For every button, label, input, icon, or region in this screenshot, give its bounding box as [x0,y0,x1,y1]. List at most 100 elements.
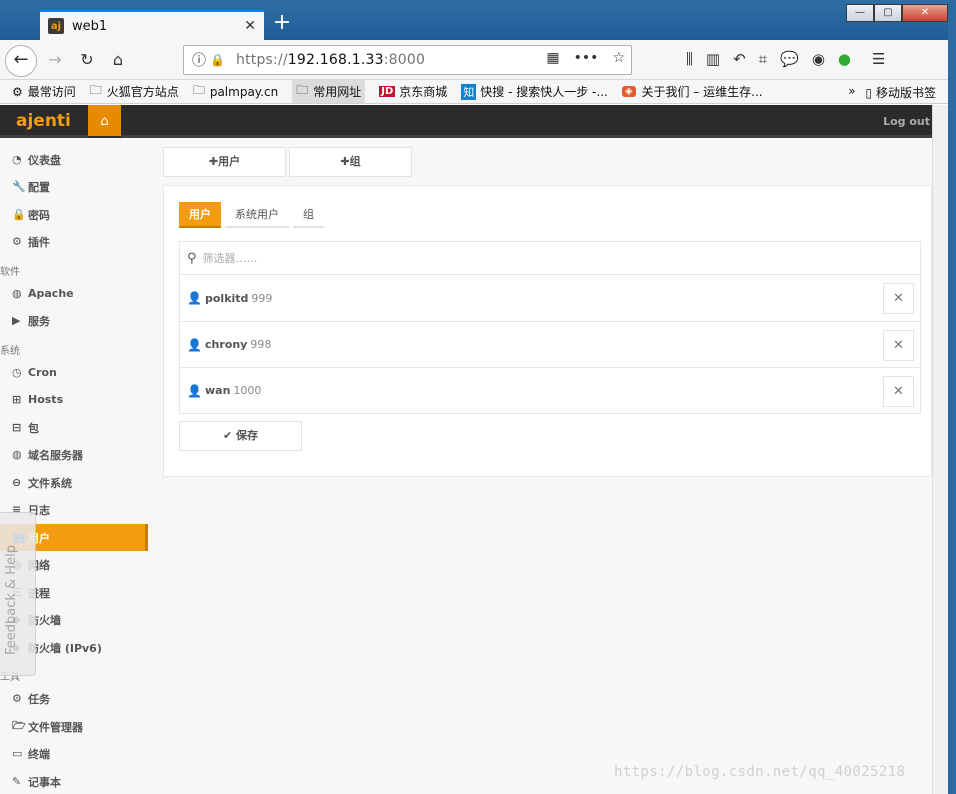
user-icon: 👤 [187,291,202,305]
bookmark-about-us[interactable]: ◈ 关于我们 – 运维生存... [621,83,763,100]
bookmark-most-visited[interactable]: ⚙ 最常访问 [12,83,76,100]
bookmark-kuaisou[interactable]: 知快搜 - 搜索快人一步 -... [461,83,608,100]
gear-icon: ⚙ [12,84,23,99]
sidebar-item-apache[interactable]: ◍ Apache [0,280,148,307]
dashboard-icon: ◔ [12,153,22,166]
maximize-button[interactable]: ▢ [874,4,902,22]
cogs-icon: ⚙ [12,235,22,248]
add-user-button[interactable]: ✚用户 [163,147,286,177]
reload-button[interactable]: ↻ [76,49,98,71]
addon-icon[interactable]: ● [838,50,851,68]
main-content: ✚用户 ✚组 用户 系统用户 组 ⚲ 👤 polkitd 999 ✕ 👤 chr… [150,138,932,794]
qr-code-icon[interactable]: ▦ [546,50,559,66]
close-window-button[interactable]: ✕ [902,4,948,22]
menu-icon[interactable]: ☰ [872,50,885,68]
sidebar-item-plugins[interactable]: ⚙ 插件 [0,228,148,255]
folder-icon: 🗀 [296,83,309,97]
minimize-button[interactable]: — [846,4,874,22]
sidebar-item-dashboard[interactable]: ◔ 仪表盘 [0,146,148,173]
sidebar-item-file-manager[interactable]: 🗁 文件管理器 [0,713,148,740]
tab-groups[interactable]: 组 [293,202,324,228]
undo-icon[interactable]: ↶ [733,50,746,68]
user-uid: 1000 [233,384,262,397]
sidebar-item-tasks[interactable]: ⚙ 任务 [0,685,148,712]
home-button[interactable]: ⌂ [107,49,129,71]
add-group-button[interactable]: ✚组 [289,147,412,177]
hdd-icon: ⊖ [12,476,22,489]
bookmark-common-sites[interactable]: 🗀 常用网址 [292,80,366,103]
browser-tab[interactable]: aj web1 ✕ [40,10,264,40]
crop-icon[interactable]: ⌗ [759,50,767,68]
feedback-tab[interactable]: Feedback & Help [0,512,36,676]
sidebar-item-packages[interactable]: ⊟ 包 [0,414,148,441]
bookmark-label: 快搜 - 搜索快人一步 -... [480,85,608,99]
add-user-label: 用户 [218,155,241,168]
bookmark-jd[interactable]: JD 京东商城 [379,83,447,100]
info-icon[interactable]: ⓘ [192,50,210,70]
gift-icon: ⊟ [12,421,22,434]
sidebar-item-config[interactable]: 🔧 配置 [0,173,148,200]
page-actions-icon[interactable]: ••• [574,50,599,66]
mobile-bookmarks-label: 移动版书签 [875,86,936,100]
plus-icon: ✚ [208,155,219,168]
sidebar-item-label: 任务 [28,692,50,706]
sidebar-item-hosts[interactable]: ⊞ Hosts [0,386,148,413]
sidebar-category-system: 系统 [0,346,20,357]
folder-icon: 🗀 [89,83,102,97]
sidebar-item-filesystems[interactable]: ⊖ 文件系统 [0,469,148,496]
close-tab-icon[interactable]: ✕ [244,18,256,34]
users-panel: 用户 系统用户 组 ⚲ 👤 polkitd 999 ✕ 👤 chrony 998… [163,185,932,477]
extension-icon[interactable]: ◉ [812,50,825,68]
insecure-lock-icon[interactable]: 🔒 [210,53,230,67]
sidebar-item-label: 插件 [28,235,50,249]
tab-system-users[interactable]: 系统用户 [225,202,289,228]
new-tab-button[interactable]: + [270,12,294,36]
bookmark-palmpay[interactable]: 🗀 palmpay.cn [193,81,278,102]
bookmark-firefox-official[interactable]: 🗀 火狐官方站点 [90,81,179,102]
back-button[interactable]: ← [5,45,37,77]
sidebar-item-dns[interactable]: ◍ 域名服务器 [0,441,148,468]
sidebar: ◔ 仪表盘 🔧 配置 🔒 密码 ⚙ 插件 软件 ◍ Apache ▶ 服务 系统 ◷ Cron… [0,138,150,794]
bookmark-label: 火狐官方站点 [106,85,179,99]
delete-user-button[interactable]: ✕ [883,376,914,407]
watermark: https://blog.csdn.net/qq_40025218 [614,764,906,780]
address-bar[interactable]: ⓘ 🔒 https://192.168.1.33:8000 ▦ ••• ☆ [183,45,632,75]
url-text[interactable]: https://192.168.1.33:8000 [236,52,425,68]
library-icon[interactable]: ⫼ [686,50,693,68]
home-icon[interactable]: ⌂ [88,105,121,138]
sidebar-item-notepad[interactable]: ✎ 记事本 [0,768,148,794]
lock-icon: 🔒 [12,208,26,221]
user-icon: 👤 [187,337,202,352]
list-item[interactable]: 👤 wan 1000 ✕ [180,367,920,413]
sidebar-item-cron[interactable]: ◷ Cron [0,359,148,386]
sidebar-item-password[interactable]: 🔒 密码 [0,201,148,228]
globe-icon: ◍ [12,287,22,300]
bookmark-label: 京东商城 [399,85,448,99]
save-button[interactable]: ✔ 保存 [179,421,302,451]
forward-button[interactable]: → [44,49,66,71]
user-uid: 999 [251,291,273,305]
logout-link[interactable]: Log out [883,115,930,128]
filter-input[interactable] [202,251,883,265]
sidebar-item-label: 终端 [28,747,50,761]
tab-users[interactable]: 用户 [179,202,221,228]
more-bookmarks-icon[interactable]: » [848,84,855,101]
browser-tab-bar: aj web1 ✕ + — ▢ ✕ [0,0,956,40]
sitemap-icon: ⊞ [12,393,22,406]
bookmark-star-icon[interactable]: ☆ [612,50,625,66]
edit-icon: ✎ [12,775,22,788]
sidebar-item-services[interactable]: ▶ 服务 [0,307,148,334]
mobile-bookmarks[interactable]: ▯ 移动版书签 [866,84,936,101]
delete-user-button[interactable]: ✕ [883,330,914,361]
sidebar-icon[interactable]: ▥ [706,50,720,68]
delete-user-button[interactable]: ✕ [883,283,914,314]
feedback-label: Feedback & Help [4,545,19,655]
page-scrollbar[interactable] [932,105,948,794]
chat-icon[interactable]: 💬 [780,50,799,68]
toolbar-icons: ⫼ ▥ ↶ ⌗ 💬 ◉ ● ☰ [686,50,885,68]
list-item[interactable]: 👤 chrony 998 ✕ [180,321,920,367]
sidebar-item-terminal[interactable]: ▭ 终端 [0,740,148,767]
list-item[interactable]: 👤 polkitd 999 ✕ [180,275,920,321]
sidebar-item-label: 密码 [28,208,50,222]
brand-logo[interactable]: ajenti [16,111,71,131]
